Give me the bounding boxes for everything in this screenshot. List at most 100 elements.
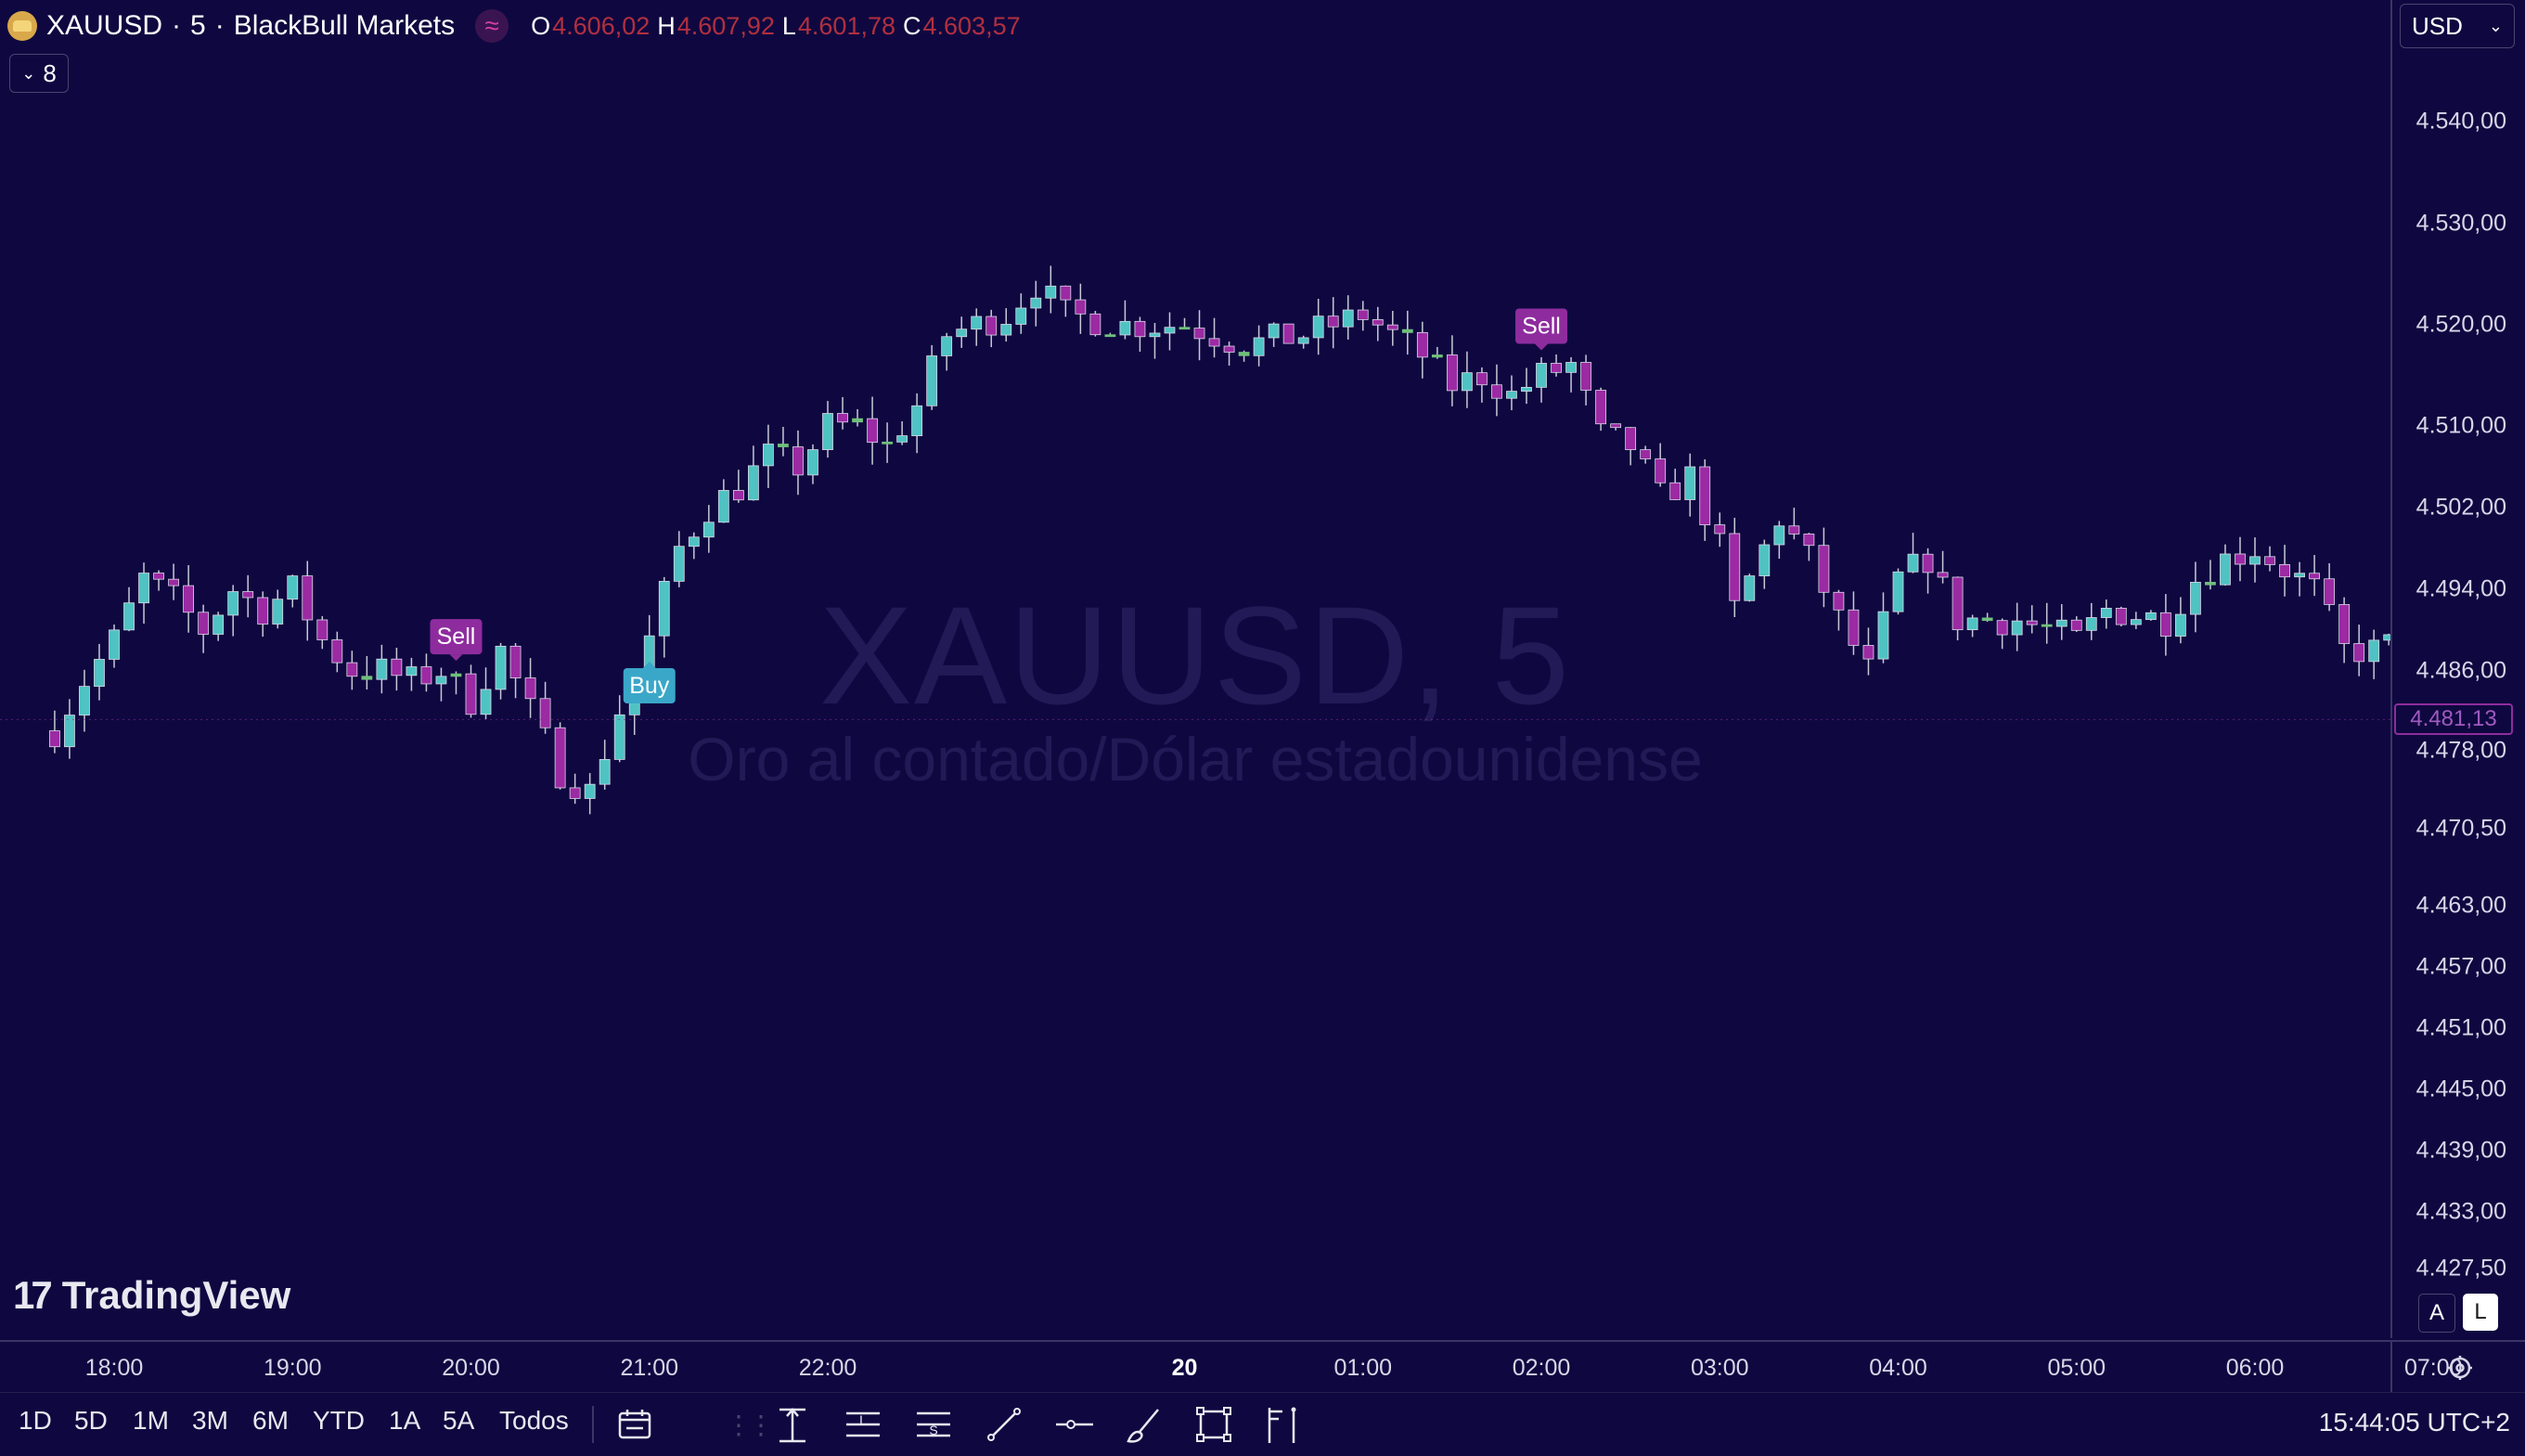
candle-body [331, 639, 343, 664]
candle-body [1342, 309, 1354, 328]
candle-body [867, 418, 878, 444]
time-axis-tick-label: 06:00 [2225, 1355, 2285, 1381]
candle-body [1610, 423, 1622, 429]
price-axis-tick-label: 4.470,50 [2415, 815, 2506, 842]
range-3m-button[interactable]: 3M [192, 1406, 228, 1436]
candle-body [778, 444, 789, 447]
trend-line-tool[interactable] [980, 1400, 1028, 1449]
price-axis-tick-label: 4.520,00 [2415, 311, 2506, 338]
candle-body [2159, 612, 2171, 637]
tradingview-logo[interactable]: 17 TradingView [13, 1273, 290, 1318]
price-axis-tick-label: 4.502,00 [2415, 494, 2506, 521]
price-axis-tick-label: 4.427,50 [2415, 1255, 2506, 1282]
candle-body [2055, 619, 2068, 627]
candle-body [986, 316, 998, 336]
candle-body [272, 599, 284, 625]
marker-label: Buy [629, 673, 670, 699]
indicators-toggle-button[interactable]: ⌄ 8 [9, 54, 69, 93]
clock-timezone[interactable]: 15:44:05 UTC+2 [2319, 1408, 2510, 1437]
candle-body [1075, 299, 1087, 315]
candle-body [495, 645, 507, 690]
axis-settings-button[interactable] [2390, 1340, 2525, 1394]
currency-select[interactable]: USD ⌄ [2400, 4, 2515, 48]
currency-value: USD [2412, 11, 2463, 40]
candle-body [1833, 591, 1845, 611]
candle-body [1595, 390, 1606, 425]
candle-body [1952, 576, 1964, 631]
price-axis-tick-label: 4.457,00 [2415, 953, 2506, 980]
candle-body [391, 658, 403, 676]
candle-body [1907, 553, 1919, 573]
toolbar-grip-icon[interactable]: ⋮⋮ [726, 1410, 774, 1440]
legend-timeframe[interactable]: 5 [190, 10, 206, 42]
date-range-button[interactable] [611, 1400, 659, 1449]
candle-body [658, 581, 670, 637]
data-stream-icon[interactable]: ≈ [475, 9, 509, 43]
candle-body [2011, 620, 2023, 636]
time-axis-tick-label: 04:00 [1869, 1355, 1927, 1381]
candle-body [153, 573, 164, 580]
tradingview-mark-icon: 17 [13, 1273, 53, 1317]
candle-body [2145, 612, 2157, 621]
log-scale-button[interactable]: L [2463, 1294, 2498, 1331]
legend-symbol[interactable]: XAUUSD [46, 10, 162, 42]
candle-body [1892, 571, 1904, 612]
sell-marker[interactable]: Sell [430, 619, 483, 662]
candle-body [2130, 619, 2142, 625]
candle-body [376, 658, 388, 680]
horizontal-ray-tool[interactable] [1050, 1400, 1099, 1449]
candle-body [1015, 307, 1027, 325]
toolbar-divider [592, 1406, 594, 1443]
candle-body [2205, 582, 2216, 586]
price-axis-tick-label: 4.478,00 [2415, 737, 2506, 764]
fib-flag-tool[interactable] [1258, 1400, 1307, 1449]
candle-body [509, 645, 522, 678]
buy-marker[interactable]: Buy [623, 662, 676, 703]
candle-body [1000, 324, 1012, 336]
price-axis-tick-label: 4.494,00 [2415, 575, 2506, 602]
candle-body [1506, 391, 1517, 399]
legend-separator: · [214, 10, 225, 41]
candle-body [361, 676, 373, 680]
long-position-tool[interactable]: L [839, 1400, 887, 1449]
range-ytd-button[interactable]: YTD [313, 1406, 365, 1436]
candle-body [2294, 573, 2305, 578]
time-axis-tick-label: 20:00 [442, 1355, 500, 1381]
price-range-tool[interactable] [768, 1400, 817, 1449]
candle-body [971, 316, 983, 330]
short-position-tool[interactable]: S [909, 1400, 958, 1449]
range-1m-button[interactable]: 1M [133, 1406, 169, 1436]
candle-body [911, 405, 923, 436]
candle-body [1803, 534, 1815, 547]
candle-body [717, 490, 729, 523]
candle-body [896, 435, 908, 443]
candle-body [406, 666, 418, 676]
brush-tool[interactable] [1119, 1400, 1167, 1449]
range-5a-button[interactable]: 5A [443, 1406, 474, 1436]
price-axis[interactable]: 4.540,00 4.530,00 4.520,00 4.510,00 4.502,00… [2390, 0, 2525, 1338]
range-1a-button[interactable]: 1A [389, 1406, 420, 1436]
range-6m-button[interactable]: 6M [252, 1406, 289, 1436]
legend-separator: · [172, 10, 182, 41]
gold-coin-icon [7, 11, 37, 41]
candle-body [1669, 482, 1681, 500]
sell-marker[interactable]: Sell [1515, 308, 1567, 351]
last-price-label: 4.481,13 [2394, 703, 2513, 736]
time-axis[interactable]: 18:00 19:00 20:00 21:00 22:00 20 01:00 02:00 03:… [0, 1340, 2463, 1394]
legend-open-label: O [531, 11, 551, 40]
chart-pane[interactable]: XAUUSD, 5 Oro al contado/Dólar estadouni… [0, 0, 2390, 1338]
candlestick-plot[interactable]: Sell Buy Sell [0, 0, 2390, 1338]
candle-body [1208, 338, 1220, 347]
chevron-down-icon: ⌄ [2488, 16, 2503, 35]
settings-target-icon [2447, 1356, 2472, 1380]
candle-body [1030, 297, 1042, 309]
candle-body [1937, 572, 1949, 578]
candle-body [198, 612, 210, 635]
candle-body [1431, 354, 1443, 358]
candle-body [2026, 620, 2038, 625]
range-all-button[interactable]: Todos [499, 1406, 569, 1436]
range-1d-button[interactable]: 1D [19, 1406, 52, 1436]
rectangle-tool[interactable] [1190, 1400, 1238, 1449]
auto-scale-button[interactable]: A [2418, 1294, 2455, 1333]
range-5d-button[interactable]: 5D [74, 1406, 108, 1436]
